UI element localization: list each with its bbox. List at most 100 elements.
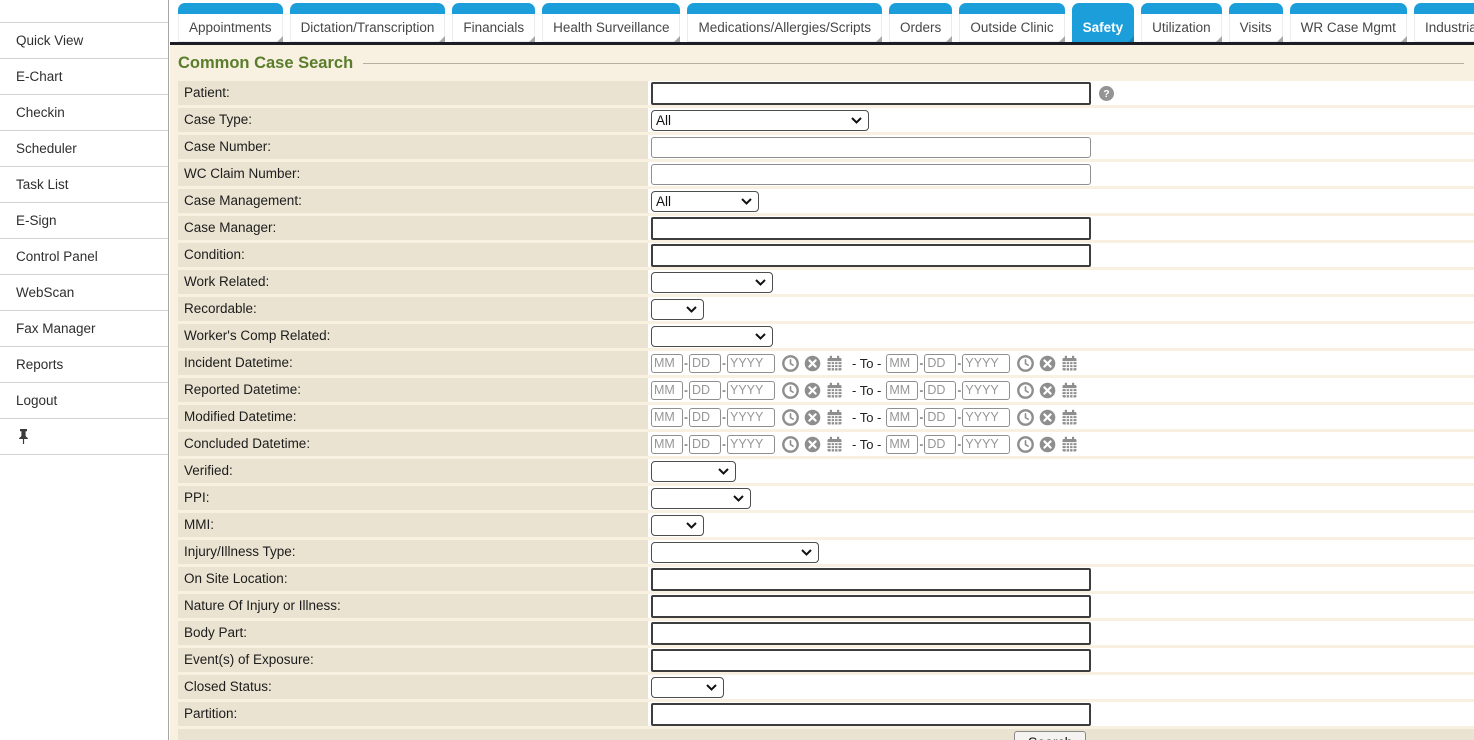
tab-wr-case-mgmt[interactable]: WR Case Mgmt [1290, 3, 1407, 42]
sidebar-item-control-panel[interactable]: Control Panel [0, 239, 168, 275]
date-mm-input-to[interactable] [886, 381, 918, 400]
tab-industrial-hygiene[interactable]: Industrial Hygiene [1414, 3, 1474, 42]
case-manager-input[interactable] [651, 217, 1091, 240]
tab-financials[interactable]: Financials [452, 3, 535, 42]
clear-icon[interactable] [804, 436, 821, 453]
clock-icon[interactable] [782, 382, 799, 399]
clock-icon[interactable] [1017, 409, 1034, 426]
body-part-input[interactable] [651, 622, 1091, 645]
calendar-icon[interactable] [826, 382, 843, 399]
date-dd-input-from[interactable] [689, 435, 721, 454]
sidebar-item-fax-manager[interactable]: Fax Manager [0, 311, 168, 347]
mmi-select[interactable] [651, 515, 704, 536]
tab-visits[interactable]: Visits [1229, 3, 1283, 42]
field-value-cell [648, 459, 1474, 483]
partition-input[interactable] [651, 703, 1091, 726]
ppi-select[interactable] [651, 488, 751, 509]
date-yyyy-input-to[interactable] [962, 408, 1010, 427]
clear-icon[interactable] [1039, 436, 1056, 453]
nature-of-injury-or-illness-input[interactable] [651, 595, 1091, 618]
sidebar-item-scheduler[interactable]: Scheduler [0, 131, 168, 167]
search-button[interactable]: Search [1014, 731, 1086, 740]
calendar-icon[interactable] [1061, 355, 1078, 372]
date-dd-input-to[interactable] [924, 381, 956, 400]
date-dd-input-to[interactable] [924, 408, 956, 427]
case-management-select[interactable]: All [651, 191, 759, 212]
calendar-icon[interactable] [1061, 436, 1078, 453]
wc-claim-number-input[interactable] [651, 164, 1091, 185]
clock-icon[interactable] [1017, 436, 1034, 453]
sidebar-item-quick-view[interactable]: Quick View [0, 23, 168, 59]
clock-icon[interactable] [782, 436, 799, 453]
event-s-of-exposure-input[interactable] [651, 649, 1091, 672]
calendar-icon[interactable] [1061, 382, 1078, 399]
patient-input[interactable] [651, 82, 1091, 105]
tab-health-surveillance[interactable]: Health Surveillance [542, 3, 680, 42]
date-yyyy-input-from[interactable] [727, 354, 775, 373]
date-mm-input-from[interactable] [651, 381, 683, 400]
date-dd-input-from[interactable] [689, 381, 721, 400]
date-yyyy-input-to[interactable] [962, 435, 1010, 454]
tab-appointments[interactable]: Appointments [178, 3, 283, 42]
clear-icon[interactable] [804, 409, 821, 426]
clear-icon[interactable] [1039, 382, 1056, 399]
case-type-select[interactable]: All [651, 110, 869, 131]
field-value-cell [648, 216, 1474, 240]
date-mm-input-to[interactable] [886, 354, 918, 373]
tab-orders[interactable]: Orders [889, 3, 952, 42]
calendar-icon[interactable] [826, 436, 843, 453]
sidebar-item-e-chart[interactable]: E-Chart [0, 59, 168, 95]
pin-icon[interactable] [16, 428, 31, 445]
clear-icon[interactable] [1039, 355, 1056, 372]
date-yyyy-input-to[interactable] [962, 354, 1010, 373]
sidebar-item-webscan[interactable]: WebScan [0, 275, 168, 311]
date-dd-input-to[interactable] [924, 435, 956, 454]
date-mm-input-from[interactable] [651, 408, 683, 427]
date-yyyy-input-to[interactable] [962, 381, 1010, 400]
clock-icon[interactable] [1017, 382, 1034, 399]
sidebar-item-checkin[interactable]: Checkin [0, 95, 168, 131]
recordable-select[interactable] [651, 299, 704, 320]
worker-s-comp-related-select[interactable] [651, 326, 773, 347]
chevron-down-icon [741, 198, 752, 205]
tab-dictation-transcription[interactable]: Dictation/Transcription [290, 3, 446, 42]
clear-icon[interactable] [804, 355, 821, 372]
field-label: Body Part: [178, 621, 648, 645]
sidebar-item-e-sign[interactable]: E-Sign [0, 203, 168, 239]
date-yyyy-input-from[interactable] [727, 435, 775, 454]
date-dd-input-to[interactable] [924, 354, 956, 373]
date-mm-input-from[interactable] [651, 435, 683, 454]
date-dd-input-from[interactable] [689, 408, 721, 427]
date-mm-input-to[interactable] [886, 408, 918, 427]
field-value-cell: --- To --- [648, 432, 1474, 456]
injury-illness-type-select[interactable] [651, 542, 819, 563]
on-site-location-input[interactable] [651, 568, 1091, 591]
calendar-icon[interactable] [826, 355, 843, 372]
clock-icon[interactable] [782, 409, 799, 426]
date-yyyy-input-from[interactable] [727, 381, 775, 400]
work-related-select[interactable] [651, 272, 773, 293]
clear-icon[interactable] [804, 382, 821, 399]
verified-select[interactable] [651, 461, 736, 482]
clock-icon[interactable] [782, 355, 799, 372]
tab-medications-allergies-scripts[interactable]: Medications/Allergies/Scripts [687, 3, 882, 42]
sidebar-item-task-list[interactable]: Task List [0, 167, 168, 203]
sidebar-item-logout[interactable]: Logout [0, 383, 168, 419]
calendar-icon[interactable] [826, 409, 843, 426]
date-dd-input-from[interactable] [689, 354, 721, 373]
date-mm-input-from[interactable] [651, 354, 683, 373]
condition-input[interactable] [651, 244, 1091, 267]
sidebar-item-reports[interactable]: Reports [0, 347, 168, 383]
date-yyyy-input-from[interactable] [727, 408, 775, 427]
case-number-input[interactable] [651, 137, 1091, 158]
form-row: Recordable: [178, 297, 1474, 321]
clear-icon[interactable] [1039, 409, 1056, 426]
date-mm-input-to[interactable] [886, 435, 918, 454]
closed-status-select[interactable] [651, 677, 724, 698]
clock-icon[interactable] [1017, 355, 1034, 372]
help-icon[interactable]: ? [1099, 86, 1114, 101]
tab-safety[interactable]: Safety [1072, 3, 1135, 42]
tab-outside-clinic[interactable]: Outside Clinic [959, 3, 1064, 42]
tab-utilization[interactable]: Utilization [1141, 3, 1222, 42]
calendar-icon[interactable] [1061, 409, 1078, 426]
